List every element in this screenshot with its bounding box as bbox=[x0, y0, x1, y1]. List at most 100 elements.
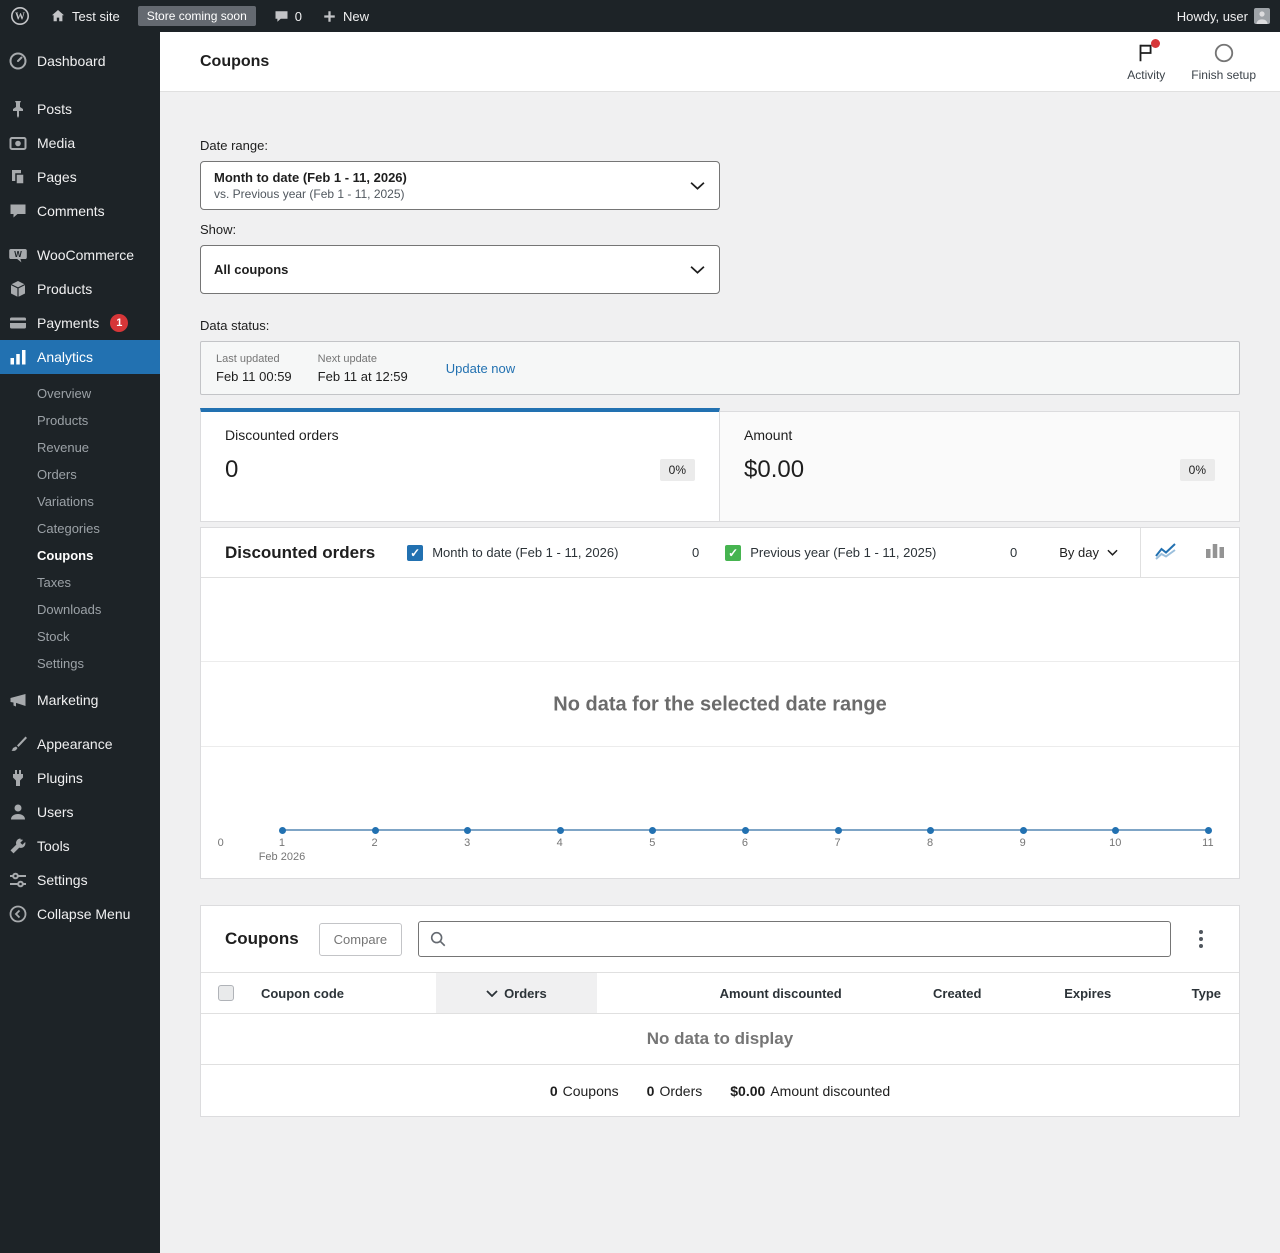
show-label: Show: bbox=[200, 222, 1240, 237]
submenu-item-orders[interactable]: Orders bbox=[0, 461, 160, 488]
interval-select[interactable]: By day bbox=[1037, 545, 1140, 560]
total-coupons: 0 Coupons bbox=[550, 1083, 619, 1099]
sidebar-item-media[interactable]: Media bbox=[0, 126, 160, 160]
table-options-menu-button[interactable] bbox=[1187, 921, 1215, 957]
date-range-select[interactable]: Month to date (Feb 1 - 11, 2026) vs. Pre… bbox=[200, 161, 720, 210]
sidebar-item-comments[interactable]: Comments bbox=[0, 194, 160, 228]
submenu-item-overview[interactable]: Overview bbox=[0, 380, 160, 407]
sidebar-item-products[interactable]: Products bbox=[0, 272, 160, 306]
activity-label: Activity bbox=[1127, 68, 1165, 82]
plug-icon bbox=[8, 768, 28, 788]
axis-month-label: Feb 2026 bbox=[259, 851, 305, 863]
axis-data-point bbox=[279, 827, 286, 834]
sidebar-item-label: Appearance bbox=[37, 736, 113, 752]
submenu-item-products[interactable]: Products bbox=[0, 407, 160, 434]
ellipsis-vertical-icon bbox=[1199, 930, 1203, 948]
line-chart-type-button[interactable] bbox=[1141, 528, 1190, 577]
chevron-down-icon bbox=[690, 265, 705, 274]
submenu-item-revenue[interactable]: Revenue bbox=[0, 434, 160, 461]
pin-icon bbox=[8, 99, 28, 119]
submenu-item-taxes[interactable]: Taxes bbox=[0, 569, 160, 596]
plus-icon bbox=[322, 9, 337, 24]
comments-indicator[interactable]: 0 bbox=[264, 0, 312, 32]
legend-value: 0 bbox=[1010, 545, 1017, 560]
new-content-menu[interactable]: New bbox=[312, 0, 379, 32]
new-label: New bbox=[343, 9, 369, 24]
admin-bar: W Test site Store coming soon 0 New Howd… bbox=[0, 0, 1280, 32]
gridline bbox=[201, 661, 1239, 662]
submenu-item-categories[interactable]: Categories bbox=[0, 515, 160, 542]
sidebar-item-analytics[interactable]: Analytics bbox=[0, 340, 160, 374]
summary-card-label: Amount bbox=[744, 427, 1215, 443]
submenu-item-variations[interactable]: Variations bbox=[0, 488, 160, 515]
summary-card-amount[interactable]: Amount $0.00 0% bbox=[720, 411, 1240, 522]
sidebar-item-label: Marketing bbox=[37, 692, 98, 708]
submenu-item-coupons[interactable]: Coupons bbox=[0, 542, 160, 569]
summary-cards: Discounted orders 0 0% Amount $0.00 0% bbox=[200, 408, 1240, 522]
sidebar-item-marketing[interactable]: Marketing bbox=[0, 683, 160, 717]
last-updated-label: Last updated bbox=[216, 353, 292, 365]
next-update-value: Feb 11 at 12:59 bbox=[318, 369, 408, 384]
table-search[interactable] bbox=[418, 921, 1171, 957]
update-now-link[interactable]: Update now bbox=[446, 361, 515, 376]
sidebar-item-pages[interactable]: Pages bbox=[0, 160, 160, 194]
chevron-down-icon bbox=[690, 181, 705, 190]
activity-flag-icon bbox=[1135, 41, 1157, 65]
summary-card-value: 0 bbox=[225, 456, 238, 484]
column-header-type[interactable]: Type bbox=[1129, 973, 1239, 1013]
sidebar-item-posts[interactable]: Posts bbox=[0, 92, 160, 126]
chart-legend: ✓ Month to date (Feb 1 - 11, 2026) 0 ✓ P… bbox=[407, 545, 1017, 561]
sidebar-item-tools[interactable]: Tools bbox=[0, 829, 160, 863]
legend-item-previous-period[interactable]: ✓ Previous year (Feb 1 - 11, 2025) 0 bbox=[725, 545, 1017, 561]
column-header-expires[interactable]: Expires bbox=[999, 973, 1129, 1013]
legend-item-current-period[interactable]: ✓ Month to date (Feb 1 - 11, 2026) 0 bbox=[407, 545, 699, 561]
table-totals: 0 Coupons 0 Orders $0.00 Amount discount… bbox=[201, 1064, 1239, 1116]
axis-tick-label: 9 bbox=[1020, 837, 1026, 849]
search-input[interactable] bbox=[453, 932, 1160, 947]
legend-label: Month to date (Feb 1 - 11, 2026) bbox=[432, 545, 618, 560]
column-header-orders-sorted[interactable]: Orders bbox=[436, 973, 598, 1013]
sidebar-item-label: Analytics bbox=[37, 349, 93, 365]
analytics-chart-icon bbox=[8, 347, 28, 367]
column-header-amount-discounted[interactable]: Amount discounted bbox=[597, 973, 859, 1013]
bar-chart-icon bbox=[1203, 538, 1227, 567]
comments-count: 0 bbox=[295, 9, 302, 24]
checkbox-checked-blue[interactable]: ✓ bbox=[407, 545, 423, 561]
chart-plot-area: No data for the selected date range 01Fe… bbox=[201, 578, 1239, 878]
submenu-item-downloads[interactable]: Downloads bbox=[0, 596, 160, 623]
avatar bbox=[1254, 8, 1270, 24]
summary-card-discounted-orders[interactable]: Discounted orders 0 0% bbox=[200, 408, 720, 522]
sidebar-item-appearance[interactable]: Appearance bbox=[0, 727, 160, 761]
sidebar-item-collapse-menu[interactable]: Collapse Menu bbox=[0, 897, 160, 931]
column-header-coupon-code[interactable]: Coupon code bbox=[243, 973, 436, 1013]
sidebar-item-settings[interactable]: Settings bbox=[0, 863, 160, 897]
select-all-checkbox[interactable] bbox=[218, 985, 234, 1001]
checkbox-checked-green[interactable]: ✓ bbox=[725, 545, 741, 561]
sidebar-item-woocommerce[interactable]: W WooCommerce bbox=[0, 238, 160, 272]
coupons-filter-select[interactable]: All coupons bbox=[200, 245, 720, 294]
submenu-item-settings[interactable]: Settings bbox=[0, 650, 160, 677]
axis-data-point bbox=[464, 827, 471, 834]
account-menu[interactable]: Howdy, user bbox=[1167, 0, 1280, 32]
finish-setup-button[interactable]: Finish setup bbox=[1191, 41, 1256, 82]
column-header-created[interactable]: Created bbox=[860, 973, 1000, 1013]
sidebar-item-payments[interactable]: Payments 1 bbox=[0, 306, 160, 340]
activity-button[interactable]: Activity bbox=[1127, 41, 1165, 82]
progress-circle-icon bbox=[1213, 41, 1235, 65]
chart-title: Discounted orders bbox=[225, 543, 375, 563]
axis-data-point bbox=[649, 827, 656, 834]
collapse-arrow-icon bbox=[8, 904, 28, 924]
axis-data-point bbox=[1205, 827, 1212, 834]
sidebar-item-users[interactable]: Users bbox=[0, 795, 160, 829]
bar-chart-type-button[interactable] bbox=[1190, 528, 1239, 577]
chart-empty-message: No data for the selected date range bbox=[201, 694, 1239, 717]
next-update-label: Next update bbox=[318, 353, 408, 365]
axis-tick-label: 6 bbox=[742, 837, 748, 849]
submenu-item-stock[interactable]: Stock bbox=[0, 623, 160, 650]
site-name-menu[interactable]: Test site bbox=[40, 0, 130, 32]
sidebar-item-dashboard[interactable]: Dashboard bbox=[0, 44, 160, 78]
compare-button[interactable]: Compare bbox=[319, 923, 402, 956]
axis-data-point bbox=[1020, 827, 1027, 834]
wordpress-logo-menu[interactable]: W bbox=[0, 0, 40, 32]
sidebar-item-plugins[interactable]: Plugins bbox=[0, 761, 160, 795]
